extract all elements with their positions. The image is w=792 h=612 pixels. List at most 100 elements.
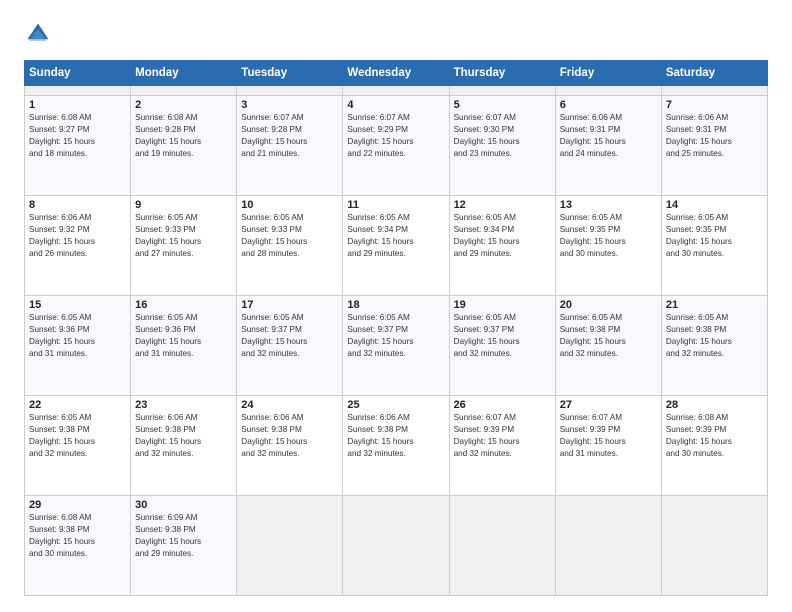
week-row-3: 15Sunrise: 6:05 AM Sunset: 9:36 PM Dayli… (25, 296, 768, 396)
day-number: 12 (454, 199, 551, 211)
calendar-cell: 28Sunrise: 6:08 AM Sunset: 9:39 PM Dayli… (661, 396, 767, 496)
calendar-cell: 25Sunrise: 6:06 AM Sunset: 9:38 PM Dayli… (343, 396, 449, 496)
day-number: 23 (135, 399, 232, 411)
cell-details: Sunrise: 6:08 AM Sunset: 9:27 PM Dayligh… (29, 112, 126, 160)
cell-details: Sunrise: 6:05 AM Sunset: 9:36 PM Dayligh… (29, 312, 126, 360)
day-number: 17 (241, 299, 338, 311)
cell-details: Sunrise: 6:08 AM Sunset: 9:28 PM Dayligh… (135, 112, 232, 160)
calendar-cell: 8Sunrise: 6:06 AM Sunset: 9:32 PM Daylig… (25, 196, 131, 296)
week-row-0 (25, 86, 768, 96)
day-header-monday: Monday (131, 61, 237, 86)
day-header-wednesday: Wednesday (343, 61, 449, 86)
cell-details: Sunrise: 6:05 AM Sunset: 9:38 PM Dayligh… (29, 412, 126, 460)
calendar-cell: 3Sunrise: 6:07 AM Sunset: 9:28 PM Daylig… (237, 96, 343, 196)
cell-details: Sunrise: 6:07 AM Sunset: 9:30 PM Dayligh… (454, 112, 551, 160)
day-number: 9 (135, 199, 232, 211)
calendar-cell (343, 496, 449, 596)
cell-details: Sunrise: 6:06 AM Sunset: 9:38 PM Dayligh… (241, 412, 338, 460)
cell-details: Sunrise: 6:05 AM Sunset: 9:35 PM Dayligh… (666, 212, 763, 260)
day-header-thursday: Thursday (449, 61, 555, 86)
calendar-cell (449, 496, 555, 596)
calendar-cell: 11Sunrise: 6:05 AM Sunset: 9:34 PM Dayli… (343, 196, 449, 296)
day-number: 30 (135, 499, 232, 511)
week-row-4: 22Sunrise: 6:05 AM Sunset: 9:38 PM Dayli… (25, 396, 768, 496)
calendar-cell (131, 86, 237, 96)
day-number: 19 (454, 299, 551, 311)
cell-details: Sunrise: 6:06 AM Sunset: 9:31 PM Dayligh… (560, 112, 657, 160)
calendar-cell (237, 496, 343, 596)
day-number: 5 (454, 99, 551, 111)
day-number: 6 (560, 99, 657, 111)
calendar-cell: 13Sunrise: 6:05 AM Sunset: 9:35 PM Dayli… (555, 196, 661, 296)
calendar-cell: 12Sunrise: 6:05 AM Sunset: 9:34 PM Dayli… (449, 196, 555, 296)
cell-details: Sunrise: 6:05 AM Sunset: 9:37 PM Dayligh… (241, 312, 338, 360)
cell-details: Sunrise: 6:05 AM Sunset: 9:33 PM Dayligh… (241, 212, 338, 260)
day-number: 25 (347, 399, 444, 411)
day-number: 18 (347, 299, 444, 311)
calendar-cell: 23Sunrise: 6:06 AM Sunset: 9:38 PM Dayli… (131, 396, 237, 496)
logo-icon (24, 20, 52, 48)
calendar-cell (661, 496, 767, 596)
calendar-cell: 29Sunrise: 6:08 AM Sunset: 9:38 PM Dayli… (25, 496, 131, 596)
cell-details: Sunrise: 6:05 AM Sunset: 9:35 PM Dayligh… (560, 212, 657, 260)
calendar-cell: 22Sunrise: 6:05 AM Sunset: 9:38 PM Dayli… (25, 396, 131, 496)
cell-details: Sunrise: 6:05 AM Sunset: 9:36 PM Dayligh… (135, 312, 232, 360)
calendar-cell (555, 86, 661, 96)
cell-details: Sunrise: 6:09 AM Sunset: 9:38 PM Dayligh… (135, 512, 232, 560)
calendar-cell: 17Sunrise: 6:05 AM Sunset: 9:37 PM Dayli… (237, 296, 343, 396)
week-row-2: 8Sunrise: 6:06 AM Sunset: 9:32 PM Daylig… (25, 196, 768, 296)
day-number: 4 (347, 99, 444, 111)
cell-details: Sunrise: 6:08 AM Sunset: 9:38 PM Dayligh… (29, 512, 126, 560)
day-number: 16 (135, 299, 232, 311)
day-header-saturday: Saturday (661, 61, 767, 86)
cell-details: Sunrise: 6:05 AM Sunset: 9:34 PM Dayligh… (454, 212, 551, 260)
calendar-cell: 5Sunrise: 6:07 AM Sunset: 9:30 PM Daylig… (449, 96, 555, 196)
cell-details: Sunrise: 6:05 AM Sunset: 9:38 PM Dayligh… (560, 312, 657, 360)
calendar-cell: 1Sunrise: 6:08 AM Sunset: 9:27 PM Daylig… (25, 96, 131, 196)
day-number: 11 (347, 199, 444, 211)
cell-details: Sunrise: 6:06 AM Sunset: 9:31 PM Dayligh… (666, 112, 763, 160)
calendar-cell: 24Sunrise: 6:06 AM Sunset: 9:38 PM Dayli… (237, 396, 343, 496)
day-header-friday: Friday (555, 61, 661, 86)
calendar-cell: 26Sunrise: 6:07 AM Sunset: 9:39 PM Dayli… (449, 396, 555, 496)
calendar-cell (237, 86, 343, 96)
week-row-1: 1Sunrise: 6:08 AM Sunset: 9:27 PM Daylig… (25, 96, 768, 196)
calendar-cell: 9Sunrise: 6:05 AM Sunset: 9:33 PM Daylig… (131, 196, 237, 296)
day-number: 10 (241, 199, 338, 211)
calendar-cell: 15Sunrise: 6:05 AM Sunset: 9:36 PM Dayli… (25, 296, 131, 396)
day-number: 15 (29, 299, 126, 311)
day-number: 3 (241, 99, 338, 111)
cell-details: Sunrise: 6:06 AM Sunset: 9:38 PM Dayligh… (347, 412, 444, 460)
day-number: 28 (666, 399, 763, 411)
calendar-cell: 27Sunrise: 6:07 AM Sunset: 9:39 PM Dayli… (555, 396, 661, 496)
calendar-cell: 7Sunrise: 6:06 AM Sunset: 9:31 PM Daylig… (661, 96, 767, 196)
calendar-cell: 4Sunrise: 6:07 AM Sunset: 9:29 PM Daylig… (343, 96, 449, 196)
day-header-sunday: Sunday (25, 61, 131, 86)
calendar-cell: 19Sunrise: 6:05 AM Sunset: 9:37 PM Dayli… (449, 296, 555, 396)
cell-details: Sunrise: 6:07 AM Sunset: 9:28 PM Dayligh… (241, 112, 338, 160)
day-number: 13 (560, 199, 657, 211)
logo (24, 20, 56, 48)
week-row-5: 29Sunrise: 6:08 AM Sunset: 9:38 PM Dayli… (25, 496, 768, 596)
calendar-cell: 10Sunrise: 6:05 AM Sunset: 9:33 PM Dayli… (237, 196, 343, 296)
day-number: 24 (241, 399, 338, 411)
day-number: 29 (29, 499, 126, 511)
calendar-cell (343, 86, 449, 96)
day-number: 1 (29, 99, 126, 111)
day-number: 22 (29, 399, 126, 411)
day-number: 27 (560, 399, 657, 411)
calendar-cell (555, 496, 661, 596)
cell-details: Sunrise: 6:08 AM Sunset: 9:39 PM Dayligh… (666, 412, 763, 460)
calendar-cell: 30Sunrise: 6:09 AM Sunset: 9:38 PM Dayli… (131, 496, 237, 596)
calendar-cell: 2Sunrise: 6:08 AM Sunset: 9:28 PM Daylig… (131, 96, 237, 196)
calendar-table: SundayMondayTuesdayWednesdayThursdayFrid… (24, 60, 768, 596)
calendar-cell: 6Sunrise: 6:06 AM Sunset: 9:31 PM Daylig… (555, 96, 661, 196)
calendar-cell: 14Sunrise: 6:05 AM Sunset: 9:35 PM Dayli… (661, 196, 767, 296)
calendar-cell (661, 86, 767, 96)
day-number: 2 (135, 99, 232, 111)
cell-details: Sunrise: 6:05 AM Sunset: 9:33 PM Dayligh… (135, 212, 232, 260)
calendar-cell: 20Sunrise: 6:05 AM Sunset: 9:38 PM Dayli… (555, 296, 661, 396)
header (24, 20, 768, 48)
cell-details: Sunrise: 6:05 AM Sunset: 9:37 PM Dayligh… (454, 312, 551, 360)
day-header-tuesday: Tuesday (237, 61, 343, 86)
